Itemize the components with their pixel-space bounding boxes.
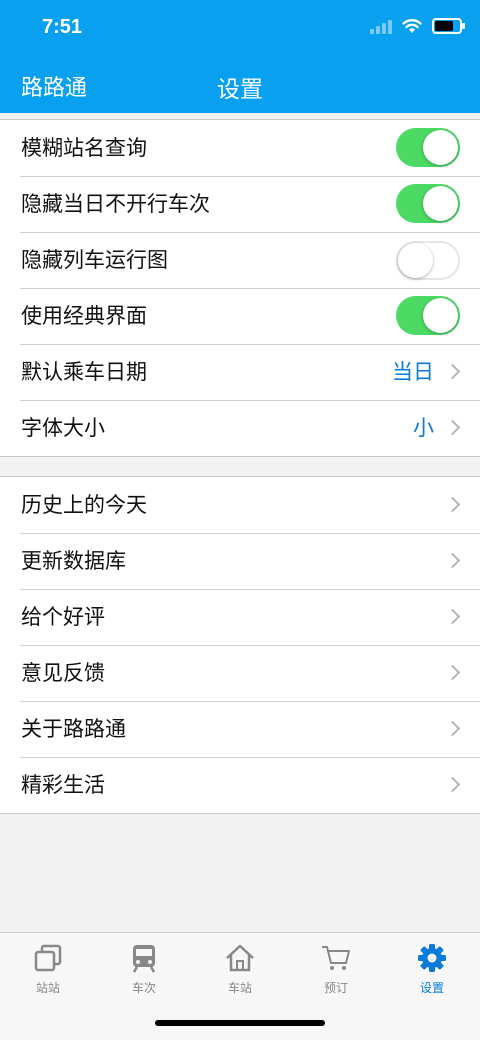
setting-label: 隐藏当日不开行车次 — [21, 192, 210, 216]
link-label: 精彩生活 — [21, 773, 105, 797]
link-row-rate-app[interactable]: 给个好评 — [0, 589, 480, 645]
tab-train[interactable]: 车次 — [96, 933, 192, 1003]
top-bar: 7:51 路路通 设置 — [0, 0, 480, 113]
chevron-right-icon — [444, 776, 461, 793]
setting-row-default-date[interactable]: 默认乘车日期 当日 — [0, 344, 480, 400]
tab-label: 设置 — [419, 981, 444, 995]
link-label: 关于路路通 — [21, 717, 126, 741]
status-icons — [370, 18, 465, 34]
cart-icon — [322, 946, 350, 970]
tab-label: 车次 — [131, 981, 156, 995]
tab-label: 车站 — [227, 981, 252, 995]
setting-label: 隐藏列车运行图 — [21, 248, 168, 272]
setting-value: 小 — [413, 416, 434, 440]
link-row-about[interactable]: 关于路路通 — [0, 701, 480, 757]
link-row-history-today[interactable]: 历史上的今天 — [0, 477, 480, 533]
link-row-lifestyle[interactable]: 精彩生活 — [0, 757, 480, 813]
link-row-feedback[interactable]: 意见反馈 — [0, 645, 480, 701]
link-label: 历史上的今天 — [21, 493, 147, 517]
setting-value: 当日 — [392, 360, 434, 384]
fuzzy-search-toggle[interactable] — [396, 128, 460, 167]
chevron-right-icon — [444, 608, 461, 625]
page-title: 设置 — [217, 77, 263, 103]
home-icon — [226, 944, 254, 972]
chevron-right-icon — [444, 496, 461, 513]
classic-ui-toggle[interactable] — [396, 296, 460, 335]
tab-station-to-station[interactable]: 站站 — [0, 933, 96, 1003]
setting-label: 字体大小 — [21, 416, 105, 440]
station-to-station-icon — [34, 944, 62, 972]
hide-non-running-toggle[interactable] — [396, 184, 460, 223]
tab-booking[interactable]: 预订 — [288, 933, 384, 1003]
signal-icon — [370, 18, 392, 34]
chevron-right-icon — [444, 419, 461, 436]
setting-row-classic-ui: 使用经典界面 — [0, 288, 480, 344]
link-label: 更新数据库 — [21, 549, 126, 573]
link-label: 给个好评 — [21, 605, 105, 629]
tab-label: 预订 — [323, 981, 348, 995]
status-time: 7:51 — [42, 16, 83, 38]
train-icon — [132, 945, 156, 973]
setting-row-hide-non-running: 隐藏当日不开行车次 — [0, 176, 480, 232]
link-row-update-database[interactable]: 更新数据库 — [0, 533, 480, 589]
link-label: 意见反馈 — [21, 661, 105, 685]
setting-row-hide-timetable-chart: 隐藏列车运行图 — [0, 232, 480, 288]
setting-row-fuzzy-search: 模糊站名查询 — [0, 120, 480, 176]
tab-station[interactable]: 车站 — [192, 933, 288, 1003]
home-indicator[interactable] — [155, 1020, 325, 1026]
setting-label: 默认乘车日期 — [21, 360, 147, 384]
settings-group: 模糊站名查询 隐藏当日不开行车次 隐藏列车运行图 使用经典界面 默认乘车日期 当… — [0, 119, 480, 457]
battery-icon — [432, 18, 465, 34]
links-group: 历史上的今天 更新数据库 给个好评 意见反馈 关于路路通 精彩生活 — [0, 476, 480, 814]
setting-label: 使用经典界面 — [21, 304, 147, 328]
chevron-right-icon — [444, 664, 461, 681]
setting-row-font-size[interactable]: 字体大小 小 — [0, 400, 480, 456]
hide-timetable-chart-toggle[interactable] — [396, 241, 460, 280]
setting-label: 模糊站名查询 — [21, 136, 147, 160]
chevron-right-icon — [444, 363, 461, 380]
chevron-right-icon — [444, 552, 461, 569]
gear-icon — [418, 944, 446, 972]
wifi-icon — [402, 19, 422, 33]
tab-label: 站站 — [35, 981, 60, 995]
tab-settings[interactable]: 设置 — [384, 933, 480, 1003]
chevron-right-icon — [444, 720, 461, 737]
